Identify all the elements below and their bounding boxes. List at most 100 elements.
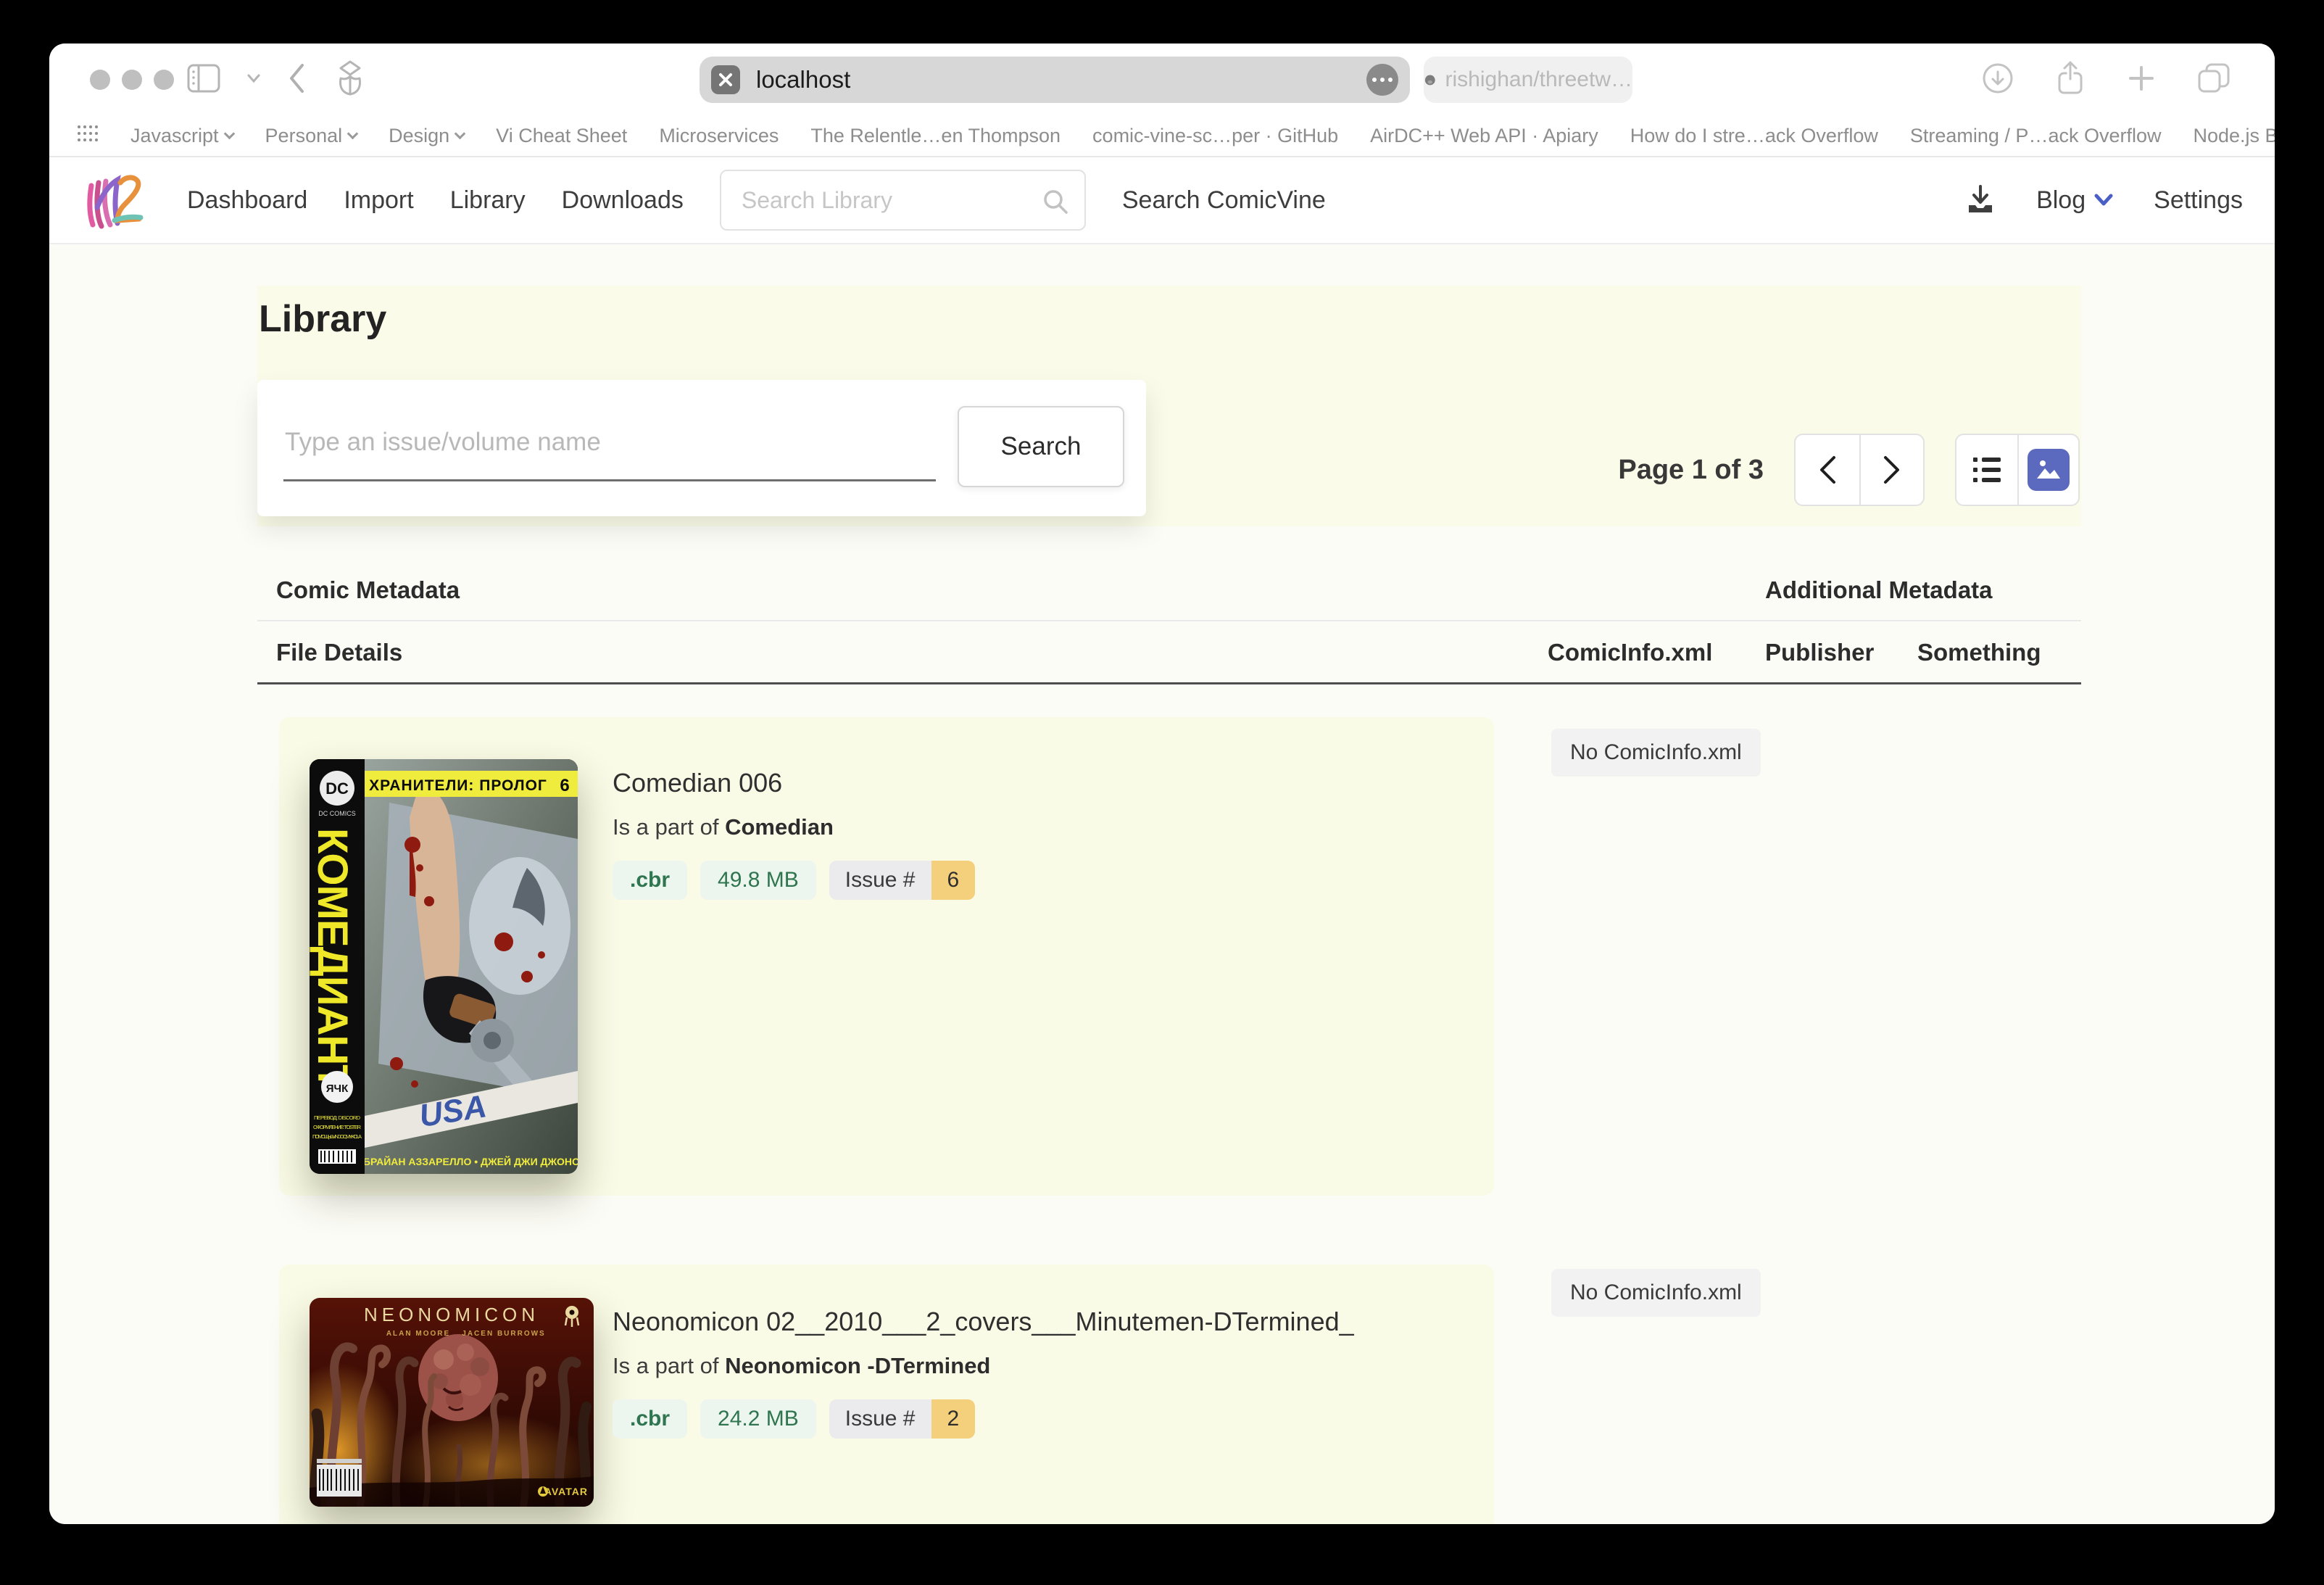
nav-search-input[interactable] [721,171,1084,229]
list-view-button[interactable] [1956,435,2017,505]
search-button[interactable]: Search [958,406,1124,487]
cover-dc-logo: DC [325,779,349,798]
comic-cover-neonomicon[interactable]: NEONOMICON ALAN MOORE JACEN BURROWS AVA [310,1298,594,1507]
bookmarks-grid-icon[interactable] [77,125,99,147]
window-controls [90,70,174,90]
divider [257,682,2081,684]
start-page-box-icon[interactable] [332,59,368,101]
svg-text:ОФОРМЛЕНИЕ: TOSTER: ОФОРМЛЕНИЕ: TOSTER [313,1124,362,1130]
chevron-left-icon [1817,454,1838,486]
tab-github[interactable]: rishighan/threetw… [1424,57,1632,103]
extension-icon[interactable] [711,65,740,94]
page-indicator: Page 1 of 3 [1618,455,1764,486]
gallery-view-button[interactable] [2017,435,2078,505]
issue-badge: Issue # 6 [829,861,975,900]
browser-titlebar: localhost rishighan/threetw… [49,44,2275,116]
app-navbar: Dashboard Import Library Downloads Searc… [49,157,2275,244]
svg-text:ПЕРЕВОД: DISCORD: ПЕРЕВОД: DISCORD [314,1114,361,1121]
bookmark-folder-personal[interactable]: Personal [265,125,357,147]
nav-library[interactable]: Library [450,186,526,215]
prev-page-button[interactable] [1796,435,1859,505]
next-page-button[interactable] [1859,435,1923,505]
library-search-input[interactable] [283,405,936,481]
sidebar-chevron-icon[interactable] [246,73,261,87]
minimize-window-button[interactable] [122,70,142,90]
url-text: localhost [756,66,850,94]
sidebar-icon[interactable] [187,64,220,96]
search-icon [1041,187,1070,220]
file-extension-badge: .cbr [613,1399,687,1439]
nav-dashboard[interactable]: Dashboard [187,186,307,215]
comic-row: NEONOMICON ALAN MOORE JACEN BURROWS AVA [279,1265,1494,1524]
nav-downloads[interactable]: Downloads [562,186,684,215]
bookmark-item[interactable]: Microservices [659,125,779,147]
page-options-icon[interactable] [1366,64,1398,96]
bookmark-item[interactable]: How do I stre…ack Overflow [1630,125,1878,147]
list-view-icon [1972,456,2002,484]
bookmark-item[interactable]: comic-vine-sc…per · GitHub [1092,125,1338,147]
cover-title: NEONOMICON [364,1304,539,1325]
chevron-down-icon [223,128,235,140]
bookmark-folder-javascript[interactable]: Javascript [130,125,233,147]
bookmark-item[interactable]: Node.js Buil…nder Samatov [2194,125,2275,147]
comic-series-line: Is a part of Comedian [613,814,975,840]
cover-credits: БРАЙАН АЗЗАРЕЛЛО • ДЖЕЙ ДЖИ ДЖОНС [363,1155,578,1167]
chevron-down-icon [347,128,359,140]
issue-badge: Issue # 2 [829,1399,975,1439]
cover-publisher: AVATAR [544,1486,588,1497]
header-file-details: File Details [276,639,402,666]
github-icon [1424,66,1437,94]
bookmark-item[interactable]: AirDC++ Web API · Apiary [1370,125,1598,147]
nav-import[interactable]: Import [344,186,413,215]
header-comic-metadata: Comic Metadata [276,576,460,604]
bookmark-folder-design[interactable]: Design [389,125,464,147]
comicinfo-status-badge: No ComicInfo.xml [1551,729,1761,777]
browser-window: localhost rishighan/threetw… [49,44,2275,1524]
bookmark-item[interactable]: The Relentle…en Thompson [810,125,1061,147]
chevron-right-icon [1881,454,1903,486]
tab-overview-icon[interactable] [2196,62,2231,98]
close-window-button[interactable] [90,70,110,90]
header-comicinfo: ComicInfo.xml [1548,639,1712,666]
cover-spine-title: КОМЕДИАНТ [310,828,356,1090]
svg-text:ПОМОЩЬ: LIVINDOC, MYKOLA: ПОМОЩЬ: LIVINDOC, MYKOLA [312,1133,362,1140]
cover-dc-comics: DC COMICS [318,810,356,817]
image-view-icon [2035,457,2062,483]
bookmark-item[interactable]: Streaming / P…ack Overflow [1910,125,2162,147]
downloads-nav-icon[interactable] [1965,183,1996,218]
desktop: localhost rishighan/threetw… [0,0,2324,1585]
share-icon[interactable] [2054,60,2086,100]
new-tab-icon[interactable] [2127,64,2156,96]
file-size-badge: 24.2 MB [700,1399,816,1439]
header-something: Something [1917,639,2041,666]
comic-title[interactable]: Neonomicon 02__2010___2_covers___Minutem… [613,1307,1354,1337]
comic-cover-comedian[interactable]: USA БРАЙАН АЗЗАРЕЛЛО • ДЖЕЙ ДЖИ ДЖОНС ХР… [310,759,578,1174]
library-search-card: Search [257,380,1146,516]
nav-settings[interactable]: Settings [2154,186,2243,215]
nav-search-comicvine[interactable]: Search ComicVine [1122,186,1326,215]
library-header-band: Library Search Page 1 of 3 [257,286,2081,526]
page-title: Library [259,297,386,341]
series-name: Neonomicon -DTermined [725,1353,990,1378]
chevron-down-icon [455,128,466,140]
issue-number: 6 [931,861,976,900]
header-additional-metadata: Additional Metadata [1765,576,1993,604]
nav-blog[interactable]: Blog [2036,186,2113,215]
header-publisher: Publisher [1765,639,1874,666]
address-bar[interactable]: localhost [700,57,1410,103]
comic-row: USA БРАЙАН АЗЗАРЕЛЛО • ДЖЕЙ ДЖИ ДЖОНС ХР… [279,717,1494,1196]
bookmark-item[interactable]: Vi Cheat Sheet [496,125,627,147]
table-header: Comic Metadata Additional Metadata File … [257,572,2081,688]
zoom-window-button[interactable] [154,70,174,90]
comic-title[interactable]: Comedian 006 [613,768,975,798]
cover-club: ЯЧК [326,1083,349,1095]
downloads-toolbar-icon[interactable] [1982,62,2014,98]
cover-author: ALAN MOORE [386,1330,450,1338]
app-logo[interactable] [81,164,151,237]
view-toggle-group [1955,434,2080,506]
cover-banner: ХРАНИТЕЛИ: ПРОЛОГ [369,777,547,794]
issue-number: 2 [931,1399,976,1439]
file-size-badge: 49.8 MB [700,861,816,900]
page-content: Library Search Page 1 of 3 [49,244,2275,1524]
back-icon[interactable] [287,62,306,98]
